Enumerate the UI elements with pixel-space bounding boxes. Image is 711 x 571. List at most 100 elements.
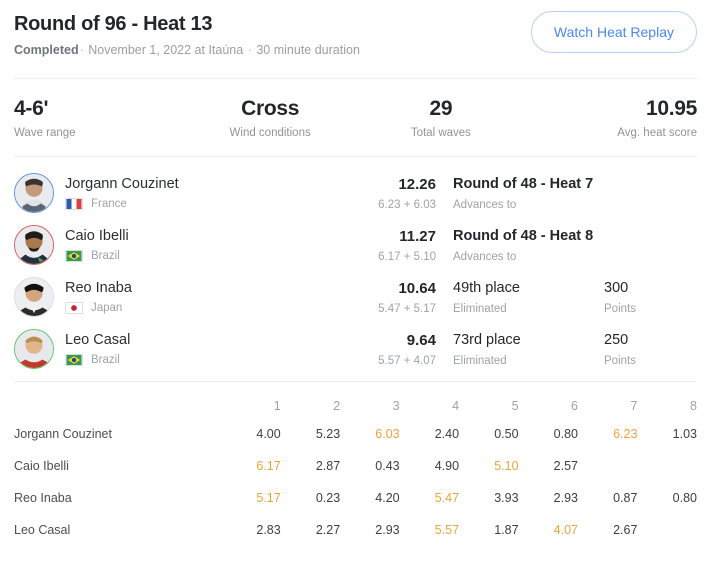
stat-wind-conditions-label: Wind conditions: [229, 127, 311, 139]
avatar: [14, 277, 54, 317]
wave-score-cell: 0.50: [494, 427, 519, 441]
wave-column-header-3: 3: [392, 399, 400, 413]
heat-duration: 30 minute duration: [256, 43, 360, 57]
athlete-score-breakdown: 6.17 + 5.10: [378, 250, 436, 263]
wave-table-header-row: 1 2 3 4 5 6 7 8: [14, 394, 697, 418]
athlete-name: Leo Casal: [65, 332, 131, 348]
wave-column-header-8: 8: [690, 399, 697, 413]
athlete-points-label: Points: [604, 354, 636, 367]
athlete-result[interactable]: Round of 48 - Heat 7 Advances to: [436, 175, 604, 212]
wave-row-athlete-name: Leo Casal: [14, 523, 71, 537]
athlete-country: Brazil: [65, 249, 129, 263]
athlete-total-score: 10.64: [398, 279, 436, 297]
subtitle-separator-2: ·: [247, 43, 252, 57]
athlete-result-value: 73rd place: [453, 331, 521, 348]
athlete-result: 73rd place Eliminated: [436, 331, 604, 368]
brazil-flag-icon: [65, 250, 83, 262]
athlete-total-score: 12.26: [398, 175, 436, 193]
wave-row-athlete-name: Caio Ibelli: [14, 459, 69, 473]
athlete-result-label: Advances to: [453, 198, 517, 211]
athlete-points-label: Points: [604, 302, 636, 315]
wave-column-header-2: 2: [333, 399, 341, 413]
athlete-total-score: 9.64: [406, 331, 436, 349]
athlete-list: Jorgann Couzinet France 12.26 6.23 + 6.0…: [0, 157, 711, 381]
table-row[interactable]: Leo Casal Brazil 9.64 5.57 + 4.07 73rd p…: [14, 323, 697, 375]
athlete-result-label: Eliminated: [453, 302, 507, 315]
table-row[interactable]: Jorgann Couzinet France 12.26 6.23 + 6.0…: [14, 167, 697, 219]
athlete-points-value: 250: [604, 331, 629, 348]
athlete-identity[interactable]: Reo Inaba Japan: [14, 277, 324, 317]
athlete-result-value: 49th place: [453, 279, 520, 296]
athlete-identity[interactable]: Caio Ibelli Brazil: [14, 225, 324, 265]
wave-score-cell: 2.93: [375, 523, 400, 537]
table-row: Reo Inaba 5.17 0.23 4.20 5.47 3.93 2.93 …: [14, 482, 697, 514]
wave-row-athlete-name: Jorgann Couzinet: [14, 427, 112, 441]
athlete-name: Jorgann Couzinet: [65, 176, 179, 192]
athlete-result-value: Round of 48 - Heat 8: [453, 227, 594, 244]
avatar: [14, 329, 54, 369]
wave-score-cell: 2.40: [434, 427, 460, 441]
stat-total-waves-label: Total waves: [410, 127, 471, 139]
stat-avg-heat-score-label: Avg. heat score: [617, 127, 697, 139]
athlete-score: 12.26 6.23 + 6.03: [324, 175, 436, 212]
athlete-result[interactable]: Round of 48 - Heat 8 Advances to: [436, 227, 604, 264]
wave-column-header-1: 1: [273, 399, 281, 413]
athlete-name: Reo Inaba: [65, 280, 132, 296]
avatar: [14, 173, 54, 213]
heat-header-text: Round of 96 - Heat 13 Completed· Novembe…: [14, 11, 360, 58]
watch-heat-replay-button[interactable]: Watch Heat Replay: [530, 11, 697, 53]
athlete-points: [604, 243, 674, 247]
wave-score-cell: 5.47: [434, 491, 460, 505]
status-badge: Completed: [14, 43, 79, 57]
athlete-score-breakdown: 5.57 + 4.07: [378, 354, 436, 367]
subtitle-separator-1: ·: [79, 43, 84, 57]
wave-row-athlete-name: Reo Inaba: [14, 491, 72, 505]
athlete-identity[interactable]: Jorgann Couzinet France: [14, 173, 324, 213]
athlete-country-name: Brazil: [91, 354, 120, 366]
wave-score-cell: 5.10: [494, 459, 519, 473]
wave-column-header-7: 7: [630, 399, 638, 413]
wave-score-cell: 4.00: [256, 427, 281, 441]
wave-score-cell: 4.90: [434, 459, 460, 473]
athlete-points: 250 Points: [604, 331, 674, 368]
avatar-photo-icon: [15, 278, 53, 316]
wave-score-cell: 2.67: [613, 523, 638, 537]
athlete-result-label: Eliminated: [453, 354, 507, 367]
brazil-flag-icon: [65, 354, 83, 366]
wave-score-cell: [578, 450, 637, 482]
athlete-country: France: [65, 197, 179, 211]
athlete-score: 10.64 5.47 + 5.17: [324, 279, 436, 316]
athlete-score: 11.27 6.17 + 5.10: [324, 227, 436, 264]
table-row[interactable]: Reo Inaba Japan 10.64 5.47 + 5.17 49th p…: [14, 271, 697, 323]
wave-score-cell: 1.87: [494, 523, 519, 537]
athlete-total-score: 11.27: [399, 227, 436, 245]
athlete-score-breakdown: 5.47 + 5.17: [378, 302, 436, 315]
wave-score-cell: 0.43: [375, 459, 400, 473]
athlete-identity[interactable]: Leo Casal Brazil: [14, 329, 324, 369]
athlete-score-breakdown: 6.23 + 6.03: [378, 198, 436, 211]
stat-wind-conditions-value: Cross: [241, 97, 300, 120]
wave-score-cell: 0.23: [315, 491, 341, 505]
table-row[interactable]: Caio Ibelli Brazil 11.27 6.17 + 5.10 Rou…: [14, 219, 697, 271]
wave-score-cell: 2.83: [256, 523, 281, 537]
avatar: [14, 225, 54, 265]
wave-score-cell: 3.93: [494, 491, 519, 505]
wave-score-cell: 5.17: [256, 491, 281, 505]
page-title: Round of 96 - Heat 13: [14, 13, 213, 35]
wave-score-cell: 2.27: [315, 523, 341, 537]
stat-total-waves: 29 Total waves: [356, 96, 527, 140]
wave-column-header-4: 4: [452, 399, 460, 413]
wave-score-cell: 5.23: [315, 427, 341, 441]
wave-score-cell: 6.17: [256, 459, 281, 473]
athlete-name: Caio Ibelli: [65, 228, 129, 244]
wave-score-cell: 0.80: [672, 491, 697, 505]
heat-stats: 4-6' Wave range Cross Wind conditions 29…: [0, 79, 711, 156]
athlete-points-value: 300: [604, 279, 629, 296]
athlete-points: [604, 191, 674, 195]
athlete-country: Japan: [65, 301, 132, 315]
stat-wind-conditions: Cross Wind conditions: [185, 96, 356, 140]
avatar-photo-icon: [15, 330, 53, 368]
heat-date-location: November 1, 2022 at Itaúna: [88, 43, 244, 57]
wave-score-cell: 0.80: [553, 427, 578, 441]
france-flag-icon: [65, 198, 83, 210]
